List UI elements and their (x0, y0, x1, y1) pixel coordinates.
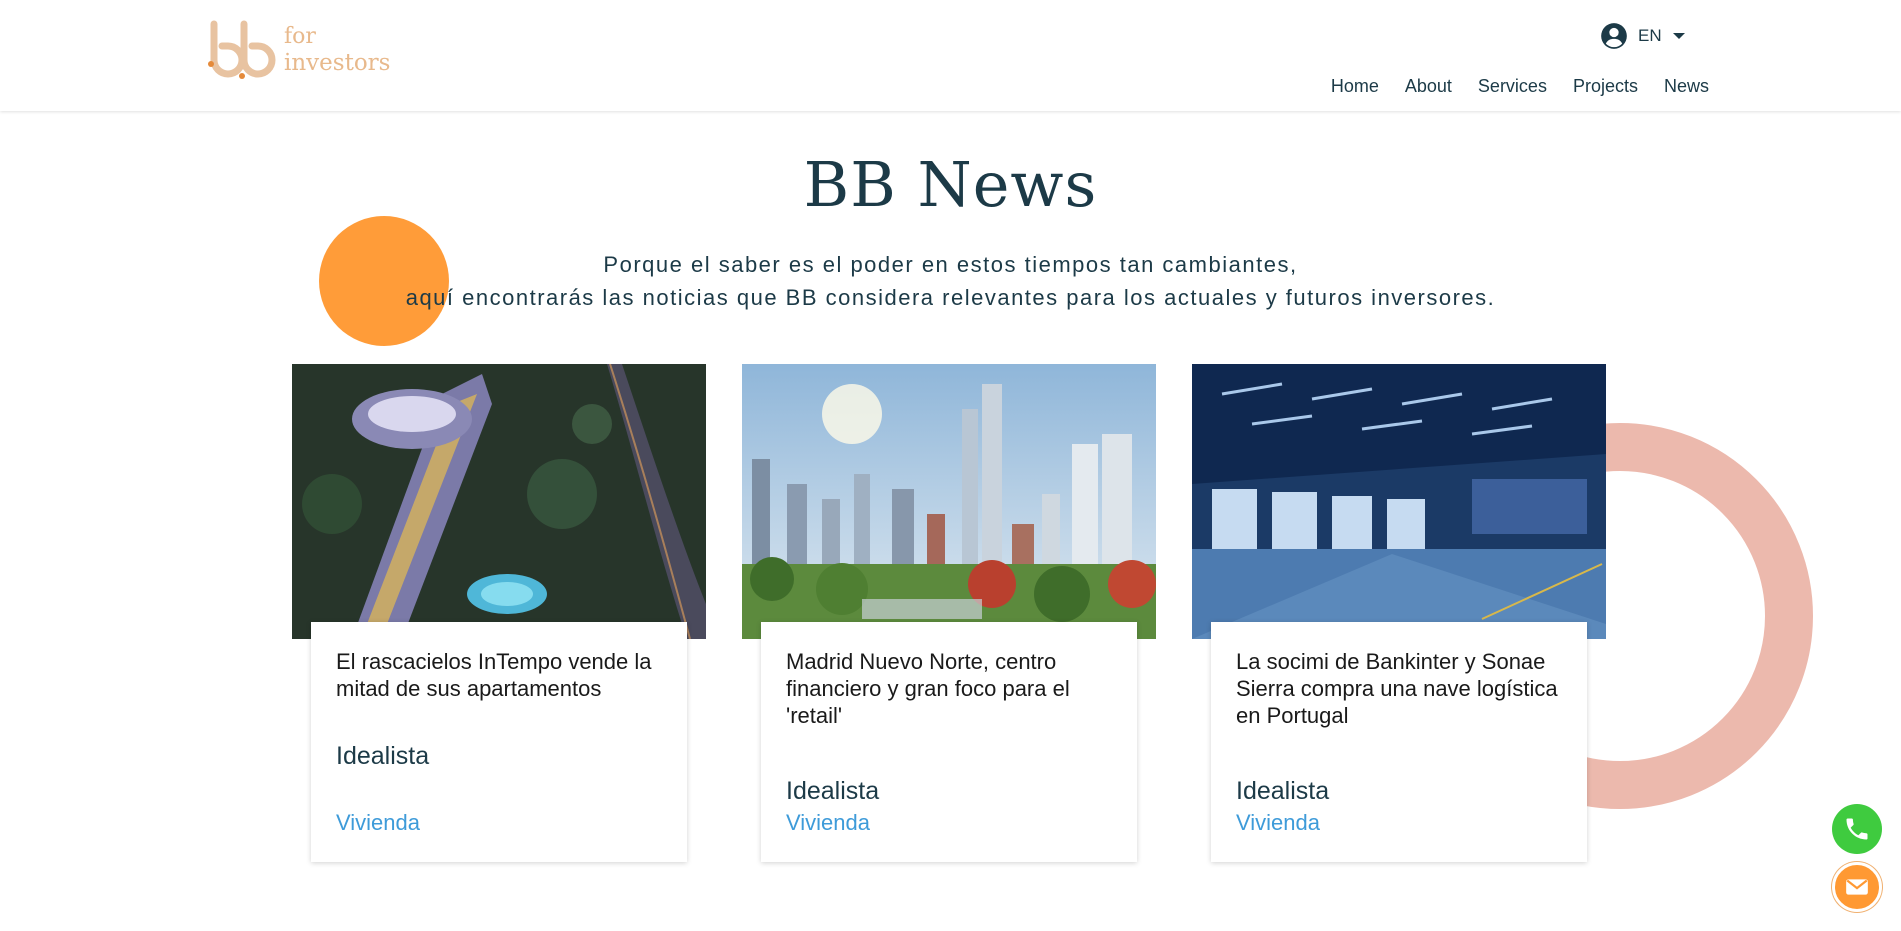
news-category[interactable]: Vivienda (786, 810, 870, 836)
news-image-warehouse[interactable] (1192, 364, 1606, 639)
news-category[interactable]: Vivienda (1236, 810, 1320, 836)
news-category[interactable]: Vivienda (336, 810, 420, 836)
subtitle-line-2: aquí encontrarás las noticias que BB con… (405, 285, 1496, 310)
bb-logo-mark (208, 20, 276, 79)
news-card-body[interactable]: Madrid Nuevo Norte, centro financiero y … (761, 622, 1137, 862)
news-card: La socimi de Bankinter y Sonae Sierra co… (1192, 364, 1606, 862)
site-header: for investors EN Home About Services Pro… (0, 0, 1901, 111)
news-headline[interactable]: El rascacielos InTempo vende la mitad de… (336, 648, 666, 702)
news-headline[interactable]: La socimi de Bankinter y Sonae Sierra co… (1236, 648, 1566, 729)
logo-line-for: for (284, 24, 316, 49)
news-card: Madrid Nuevo Norte, centro financiero y … (742, 364, 1156, 862)
news-headline[interactable]: Madrid Nuevo Norte, centro financiero y … (786, 648, 1116, 729)
news-image-intempo[interactable] (292, 364, 706, 639)
subtitle-line-1: Porque el saber es el poder en estos tie… (603, 252, 1298, 277)
caret-down-icon (1672, 33, 1685, 39)
nav-news[interactable]: News (1664, 76, 1709, 97)
logo-line-investors: investors (284, 50, 391, 76)
news-card-body[interactable]: El rascacielos InTempo vende la mitad de… (311, 622, 687, 862)
nav-services[interactable]: Services (1478, 76, 1547, 97)
page-subtitle: Porque el saber es el poder en estos tie… (0, 248, 1901, 314)
news-image-madrid-nuevo-norte[interactable] (742, 364, 1156, 639)
nav-projects[interactable]: Projects (1573, 76, 1638, 97)
mail-button[interactable] (1832, 862, 1882, 912)
nav-about[interactable]: About (1405, 76, 1452, 97)
news-source: Idealista (336, 742, 430, 770)
account-circle-icon (1601, 23, 1627, 49)
main-nav: Home About Services Projects News (1331, 76, 1709, 97)
news-card: El rascacielos InTempo vende la mitad de… (292, 364, 706, 862)
language-selector[interactable]: EN (1600, 20, 1686, 52)
news-card-body[interactable]: La socimi de Bankinter y Sonae Sierra co… (1211, 622, 1587, 862)
news-source: Idealista (786, 777, 880, 805)
page-title: BB News (803, 148, 1098, 221)
nav-home[interactable]: Home (1331, 76, 1379, 97)
phone-button[interactable] (1832, 804, 1882, 854)
mail-icon (1846, 879, 1868, 895)
language-label: EN (1638, 26, 1662, 45)
news-source: Idealista (1236, 777, 1330, 805)
site-logo[interactable]: for investors (206, 20, 390, 82)
logo-wordmark: for investors (284, 24, 390, 76)
phone-icon (1846, 818, 1868, 840)
